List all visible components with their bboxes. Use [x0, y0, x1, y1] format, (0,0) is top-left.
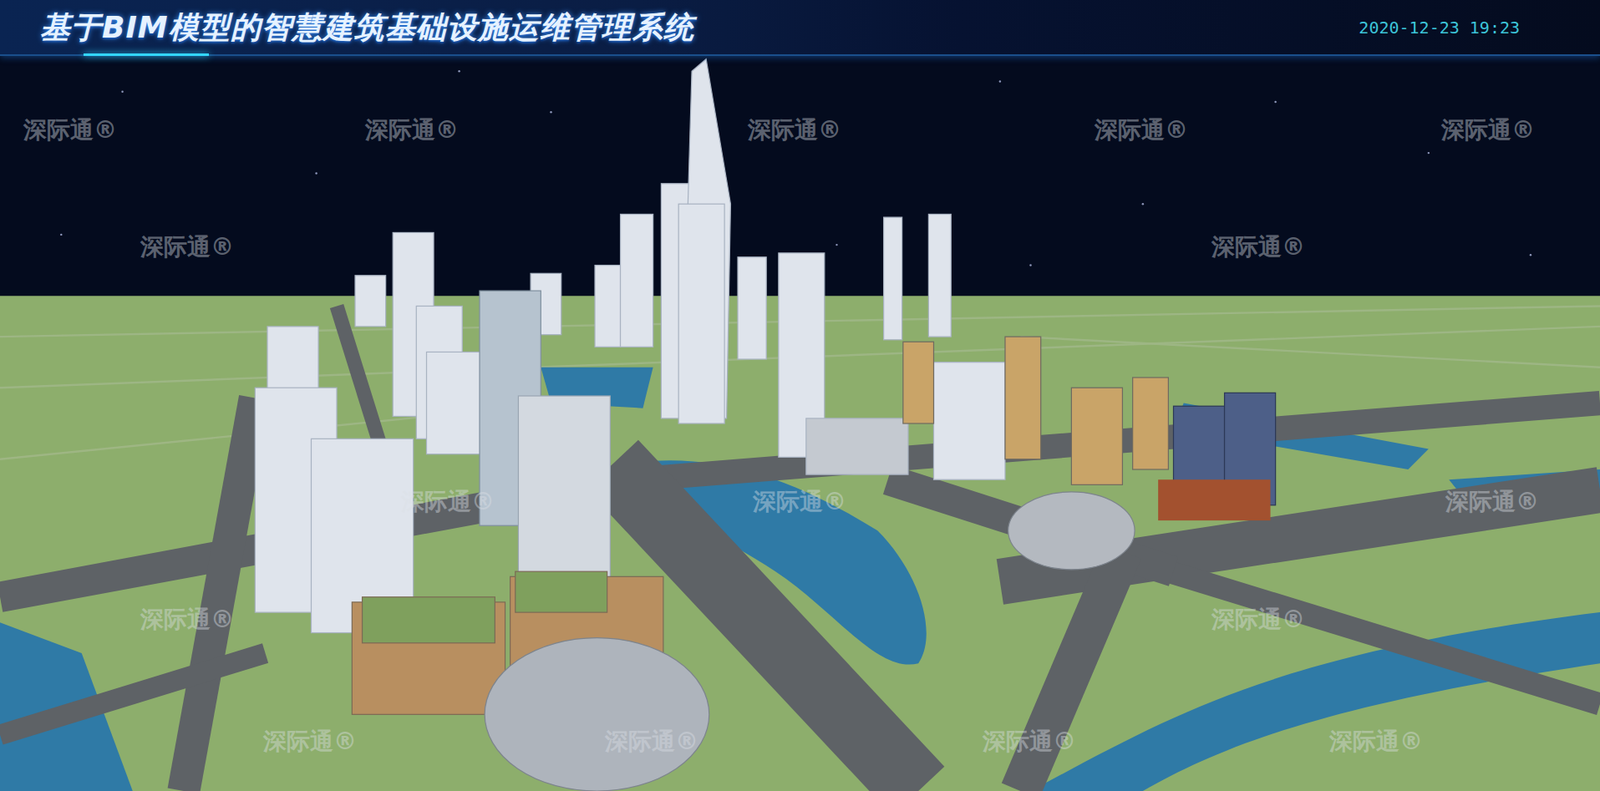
watermark: 深际通®: [1094, 112, 1189, 148]
watermark: 深际通®: [1329, 724, 1423, 760]
system-title: 基于BIM模型的智慧建筑基础设施运维管理系统: [40, 5, 695, 51]
watermark: 深际通®: [604, 724, 699, 760]
watermark: 深际通®: [365, 112, 459, 148]
watermark: 深际通®: [140, 229, 234, 265]
watermark: 深际通®: [23, 112, 117, 148]
datetime: 2020-12-23 19:23: [1358, 15, 1520, 41]
watermark: 深际通®: [263, 724, 357, 760]
app-frame: 基于BIM模型的智慧建筑基础设施运维管理系统 2020-12-23 19:23: [0, 0, 1600, 791]
watermark: 深际通®: [982, 724, 1077, 760]
watermark: 深际通®: [1445, 484, 1540, 520]
city-scene[interactable]: [0, 55, 1600, 791]
watermark: 深际通®: [1441, 112, 1535, 148]
city-model-icon[interactable]: [0, 55, 1600, 791]
watermark: 深际通®: [747, 112, 842, 148]
watermark: 深际通®: [140, 602, 234, 638]
watermark: 深际通®: [1211, 229, 1306, 265]
header-bar: 基于BIM模型的智慧建筑基础设施运维管理系统 2020-12-23 19:23: [0, 0, 1600, 56]
watermark: 深际通®: [752, 484, 847, 520]
watermark: 深际通®: [401, 484, 495, 520]
watermark: 深际通®: [1211, 602, 1306, 638]
